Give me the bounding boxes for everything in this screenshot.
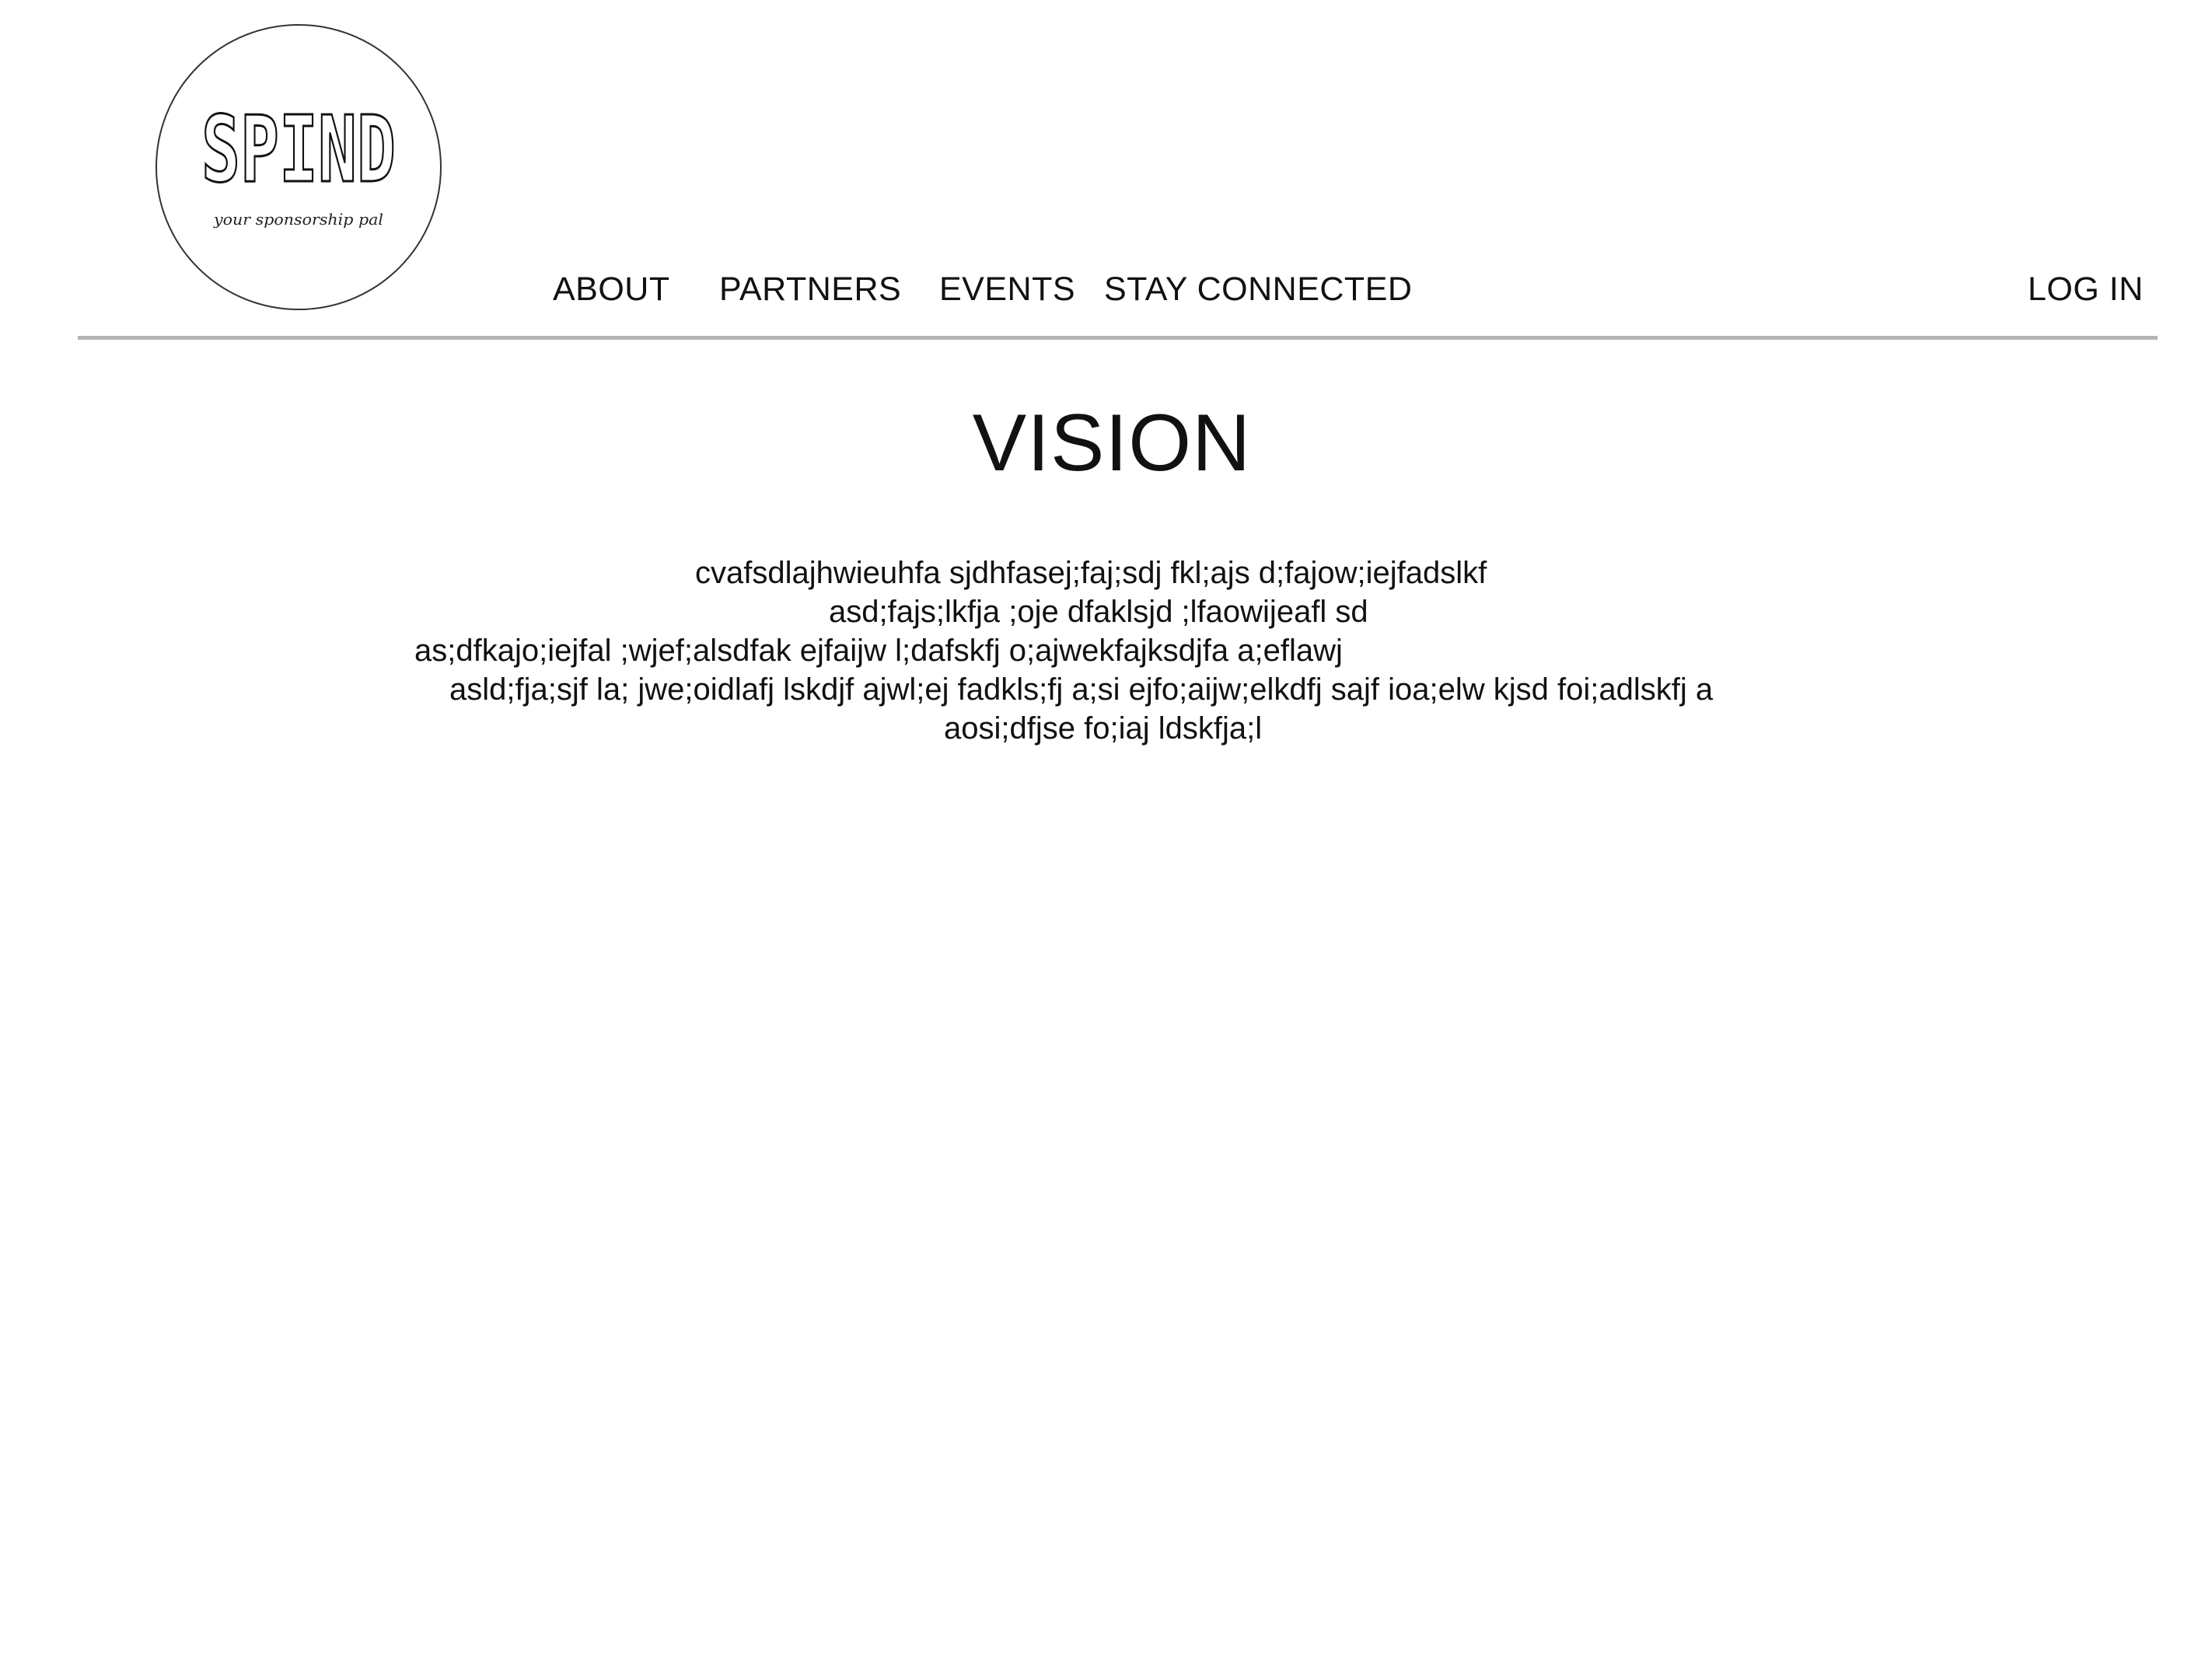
nav-partners[interactable]: PARTNERS (719, 266, 901, 313)
vision-line: cvafsdlajhwieuhfa sjdhfasej;faj;sdj fkl;… (695, 556, 1487, 590)
logo-tagline: your sponsorship pal (213, 210, 383, 229)
main-nav: ABOUT PARTNERS EVENTS STAY CONNECTED LOG… (0, 266, 2212, 313)
vision-line: asd;fajs;lkfja ;oje dfaklsjd ;lfaowijeaf… (829, 595, 1368, 629)
vision-line: aosi;dfjse fo;iaj ldskfja;l (944, 711, 1263, 746)
page: SPIND your sponsorship pal ABOUT PARTNER… (0, 0, 2212, 1659)
nav-about[interactable]: ABOUT (553, 266, 670, 313)
nav-events[interactable]: EVENTS (939, 266, 1075, 313)
header-divider (78, 336, 2158, 340)
vision-line: as;dfkajo;iejfal ;wjef;alsdfak ejfaijw l… (414, 634, 1343, 668)
login-link[interactable]: LOG IN (2028, 266, 2144, 313)
vision-line: asld;fja;sjf la; jwe;oidlafj lskdjf ajwl… (449, 672, 1714, 707)
page-title: VISION (972, 398, 1252, 488)
logo-wordmark-outline: SPIND (201, 96, 396, 203)
nav-stay-connected[interactable]: STAY CONNECTED (1104, 266, 1412, 313)
